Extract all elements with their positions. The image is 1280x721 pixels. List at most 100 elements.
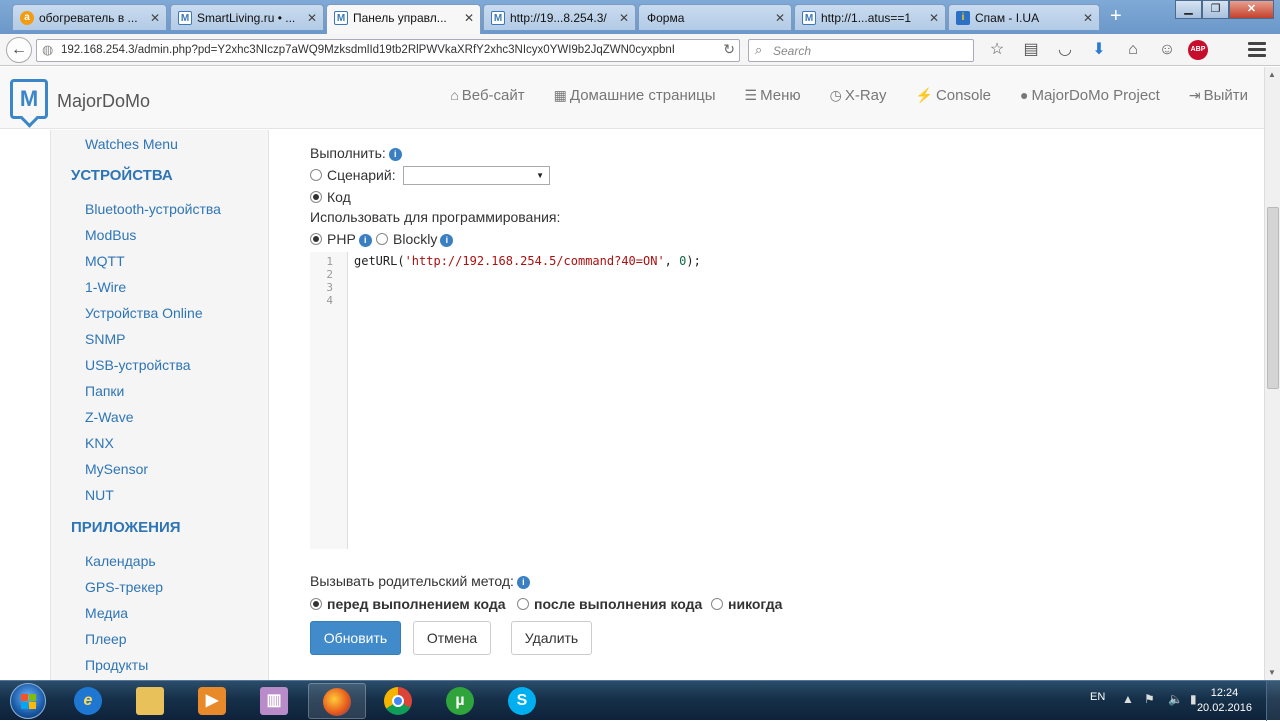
- firefox-taskbar[interactable]: [308, 683, 366, 719]
- bookmark-star-icon[interactable]: ☆: [984, 40, 1010, 60]
- new-tab-button[interactable]: +: [1110, 4, 1122, 28]
- nav-project[interactable]: ● MajorDoMo Project: [1020, 87, 1160, 104]
- nav-console[interactable]: ⚡ Console: [916, 87, 991, 104]
- page-header: M MajorDoMo ⌂ Веб-сайт ▦ Домашние страницы…: [0, 67, 1264, 129]
- address-bar[interactable]: ◍ 192.168.254.3/admin.php?pd=Y2xhc3NIczp…: [36, 39, 740, 62]
- sidebar-item-mqtt[interactable]: MQTT: [85, 253, 125, 269]
- nav-xray[interactable]: ◷ X-Ray: [830, 87, 887, 104]
- sidebar-item-snmp[interactable]: SNMP: [85, 331, 125, 347]
- chat-icon[interactable]: ☺: [1154, 40, 1180, 60]
- nav-home-pages[interactable]: ▦ Домашние страницы: [554, 87, 716, 104]
- window-close-button[interactable]: ✕: [1229, 0, 1274, 19]
- iua-favicon-icon: i: [956, 11, 970, 25]
- chevron-down-icon: ▼: [536, 171, 544, 180]
- brand-name[interactable]: MajorDoMo: [57, 91, 150, 112]
- cancel-button[interactable]: Отмена: [413, 621, 491, 655]
- nav-logout[interactable]: ⇥ Выйти: [1189, 87, 1248, 104]
- php-radio[interactable]: [310, 233, 322, 245]
- home-icon[interactable]: ⌂: [1120, 40, 1146, 60]
- navigation-toolbar: ← ◍ 192.168.254.3/admin.php?pd=Y2xhc3NIc…: [0, 34, 1280, 66]
- internet-explorer-taskbar[interactable]: e: [60, 683, 118, 719]
- sidebar-item-bluetooth[interactable]: Bluetooth-устройства: [85, 201, 221, 217]
- close-tab-icon[interactable]: ✕: [150, 5, 160, 30]
- code-editor[interactable]: 1 2 3 4 getURL('http://192.168.254.5/com…: [310, 252, 1250, 549]
- scenario-radio[interactable]: [310, 169, 322, 181]
- delete-button[interactable]: Удалить: [511, 621, 592, 655]
- adblock-icon[interactable]: ABP: [1188, 40, 1208, 60]
- page-scrollbar[interactable]: ▲ ▼: [1264, 67, 1280, 680]
- tab-4[interactable]: M http://19...8.254.3/ ✕: [483, 4, 636, 30]
- chrome-taskbar[interactable]: [370, 683, 428, 719]
- file-explorer-taskbar[interactable]: [122, 683, 180, 719]
- tab-5[interactable]: Форма ✕: [638, 4, 792, 30]
- archive-taskbar[interactable]: ▥: [246, 683, 304, 719]
- tray-expand-icon[interactable]: ▲: [1122, 692, 1134, 706]
- search-input[interactable]: ⌕ Search: [748, 39, 974, 62]
- back-button[interactable]: ←: [6, 37, 32, 63]
- close-tab-icon[interactable]: ✕: [307, 5, 317, 30]
- sidebar-item-modbus[interactable]: ModBus: [85, 227, 136, 243]
- sidebar-item-online-devices[interactable]: Устройства Online: [85, 305, 203, 321]
- pocket-icon[interactable]: ◡: [1052, 40, 1078, 60]
- close-tab-icon[interactable]: ✕: [929, 5, 939, 30]
- tab-1[interactable]: a обогреватель в ... ✕: [12, 4, 167, 30]
- blockly-radio[interactable]: [376, 233, 388, 245]
- parent-never-radio[interactable]: [711, 598, 723, 610]
- sidebar-item-calendar[interactable]: Календарь: [85, 553, 156, 569]
- sidebar-item-zwave[interactable]: Z-Wave: [85, 409, 133, 425]
- network-icon[interactable]: ▮: [1190, 692, 1197, 706]
- info-icon[interactable]: i: [440, 234, 454, 247]
- globe-icon: ◍: [42, 42, 54, 57]
- close-tab-icon[interactable]: ✕: [619, 5, 629, 30]
- close-tab-icon[interactable]: ✕: [775, 5, 785, 30]
- volume-icon[interactable]: 🔈: [1168, 692, 1183, 706]
- line-number: 1: [326, 255, 333, 268]
- start-button[interactable]: [10, 683, 46, 719]
- scroll-up-icon[interactable]: ▲: [1268, 70, 1276, 79]
- close-tab-icon[interactable]: ✕: [1083, 5, 1093, 30]
- action-center-icon[interactable]: ⚑: [1144, 692, 1155, 706]
- sidebar-item-usb[interactable]: USB-устройства: [85, 357, 191, 373]
- nav-menu[interactable]: ☰ Меню: [745, 87, 801, 104]
- code-line-1: getURL('http://192.168.254.5/command?40=…: [354, 254, 701, 268]
- show-desktop-button[interactable]: [1266, 681, 1280, 721]
- menu-icon[interactable]: [1248, 42, 1266, 60]
- scrollbar-thumb[interactable]: [1267, 207, 1279, 389]
- tab-6[interactable]: M http://1...atus==1 ✕: [794, 4, 946, 30]
- media-player-taskbar[interactable]: ▶: [184, 683, 242, 719]
- sidebar-item-watches-menu[interactable]: Watches Menu: [85, 136, 178, 152]
- majordomo-logo[interactable]: M: [10, 79, 48, 119]
- tab-3-active[interactable]: M Панель управл... ✕: [326, 4, 481, 34]
- code-radio[interactable]: [310, 191, 322, 203]
- skype-taskbar[interactable]: S: [494, 683, 552, 719]
- info-icon[interactable]: i: [516, 576, 530, 589]
- parent-before-radio[interactable]: [310, 598, 322, 610]
- sidebar-item-player[interactable]: Плеер: [85, 631, 127, 647]
- nav-website[interactable]: ⌂ Веб-сайт: [450, 87, 524, 104]
- update-button[interactable]: Обновить: [310, 621, 401, 655]
- close-tab-icon[interactable]: ✕: [464, 5, 474, 31]
- sidebar-item-gps[interactable]: GPS-трекер: [85, 579, 163, 595]
- sidebar-item-nut[interactable]: NUT: [85, 487, 114, 503]
- tab-2[interactable]: M SmartLiving.ru • ... ✕: [170, 4, 324, 30]
- info-icon[interactable]: i: [358, 234, 372, 247]
- reload-icon[interactable]: ↻: [723, 41, 735, 58]
- sidebar-item-products[interactable]: Продукты: [85, 657, 148, 673]
- tab-7[interactable]: i Спам - I.UA ✕: [948, 4, 1100, 30]
- sidebar-item-1wire[interactable]: 1-Wire: [85, 279, 126, 295]
- utorrent-taskbar[interactable]: µ: [432, 683, 490, 719]
- sidebar-item-knx[interactable]: KNX: [85, 435, 114, 451]
- info-icon[interactable]: i: [388, 148, 402, 161]
- scenario-select[interactable]: ▼: [403, 166, 550, 185]
- sidebar-item-mysensor[interactable]: MySensor: [85, 461, 148, 477]
- reading-list-icon[interactable]: ▤: [1018, 40, 1044, 60]
- download-icon[interactable]: ⬇: [1086, 40, 1112, 60]
- scroll-down-icon[interactable]: ▼: [1268, 668, 1276, 677]
- parent-after-radio[interactable]: [517, 598, 529, 610]
- maximize-button[interactable]: ❐: [1202, 0, 1229, 19]
- sidebar-item-media[interactable]: Медиа: [85, 605, 128, 621]
- system-clock[interactable]: 12:24 20.02.2016: [1197, 686, 1252, 716]
- language-indicator[interactable]: EN: [1090, 691, 1105, 703]
- minimize-button[interactable]: ▁: [1175, 0, 1202, 19]
- sidebar-item-folders[interactable]: Папки: [85, 383, 124, 399]
